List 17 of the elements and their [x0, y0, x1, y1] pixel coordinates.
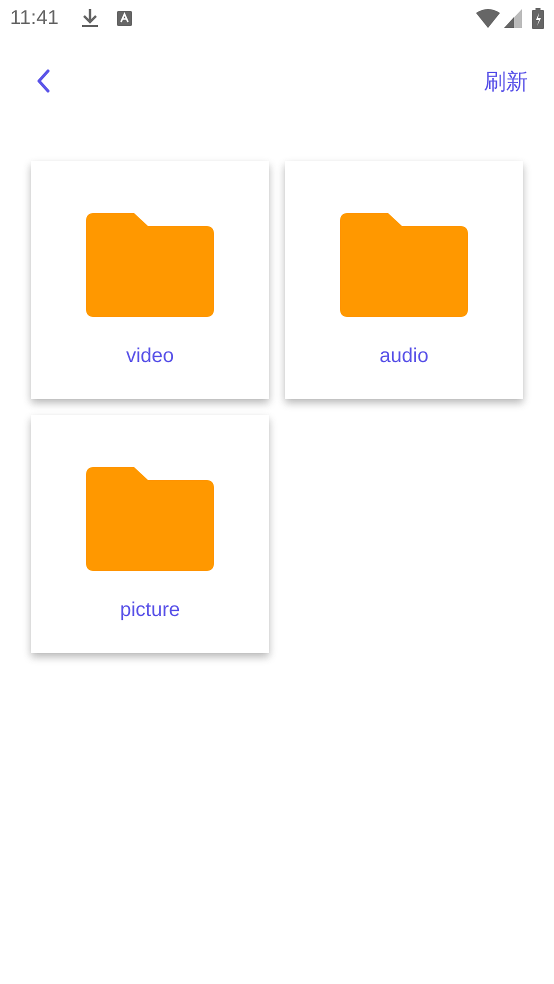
signal-icon	[504, 8, 522, 28]
download-icon	[80, 8, 99, 28]
refresh-button[interactable]: 刷新	[480, 60, 532, 102]
folder-icon	[340, 213, 468, 317]
back-icon	[36, 69, 50, 93]
status-time: 11:41	[10, 6, 59, 31]
notification-icon	[116, 10, 132, 26]
folder-name: picture	[120, 598, 180, 623]
folder-card[interactable]: picture	[31, 415, 269, 653]
folder-name: video	[126, 344, 174, 369]
folder-name: audio	[380, 344, 428, 369]
folder-icon	[86, 467, 214, 571]
folder-card[interactable]: audio	[285, 161, 523, 399]
folder-card[interactable]: video	[31, 161, 269, 399]
wifi-icon	[476, 8, 500, 28]
battery-icon	[532, 8, 544, 28]
folder-icon	[86, 213, 214, 317]
